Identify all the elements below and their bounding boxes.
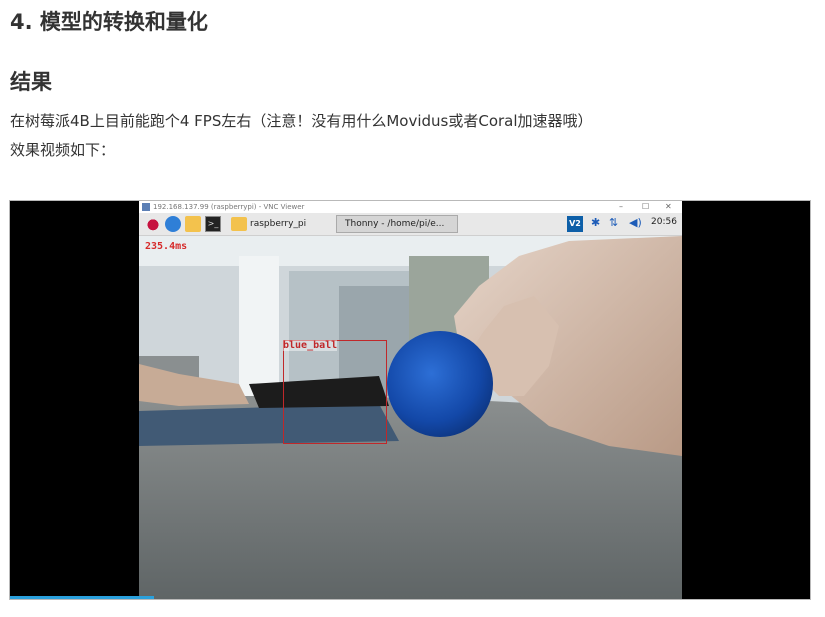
raspberry-menu-icon[interactable] [145, 216, 161, 232]
bluetooth-icon[interactable]: ✱ [591, 216, 600, 229]
taskbar-thonny-label: Thonny - /home/pi/e... [345, 219, 445, 229]
vnc-logo-icon [142, 203, 150, 211]
maximize-button[interactable]: ☐ [642, 201, 649, 213]
taskbar-clock: 20:56 [651, 217, 677, 227]
terminal-icon[interactable]: >_ [205, 216, 221, 232]
volume-icon[interactable]: ◀) [629, 216, 642, 229]
close-button[interactable]: ✕ [665, 201, 672, 213]
taskbar-item-raspberry-pi[interactable]: raspberry_pi [250, 217, 306, 231]
detection-bounding-box [283, 340, 387, 444]
minimize-button[interactable]: – [619, 201, 623, 213]
video-progress-bar[interactable] [10, 596, 154, 599]
raspberry-taskbar: >_ raspberry_pi Thonny - /home/pi/e... V… [139, 213, 682, 236]
vnc-tray-icon[interactable]: V2 [567, 216, 583, 232]
file-manager-icon[interactable] [185, 216, 201, 232]
video-intro-text: 效果视频如下： [10, 141, 116, 159]
web-browser-icon[interactable] [165, 216, 181, 232]
demo-video-player[interactable]: 192.168.137.99 (raspberrypi) - VNC Viewe… [9, 200, 811, 600]
vnc-title-bar: 192.168.137.99 (raspberrypi) - VNC Viewe… [139, 201, 682, 213]
description-paragraph: 在树莓派4B上目前能跑个4 FPS左右（注意！没有用什么Movidus或者Cor… [10, 112, 593, 130]
detection-label: blue_ball [283, 340, 338, 351]
network-icon[interactable]: ⇅ [609, 216, 618, 229]
camera-feed [139, 236, 682, 599]
vnc-window-title: 192.168.137.99 (raspberrypi) - VNC Viewe… [153, 203, 305, 211]
folder-icon [231, 217, 247, 231]
section-heading: 4. 模型的转换和量化 [10, 10, 208, 34]
vnc-viewer-window: 192.168.137.99 (raspberrypi) - VNC Viewe… [139, 201, 682, 599]
inference-time-label: 235.4ms [145, 241, 188, 252]
result-heading: 结果 [10, 70, 52, 94]
